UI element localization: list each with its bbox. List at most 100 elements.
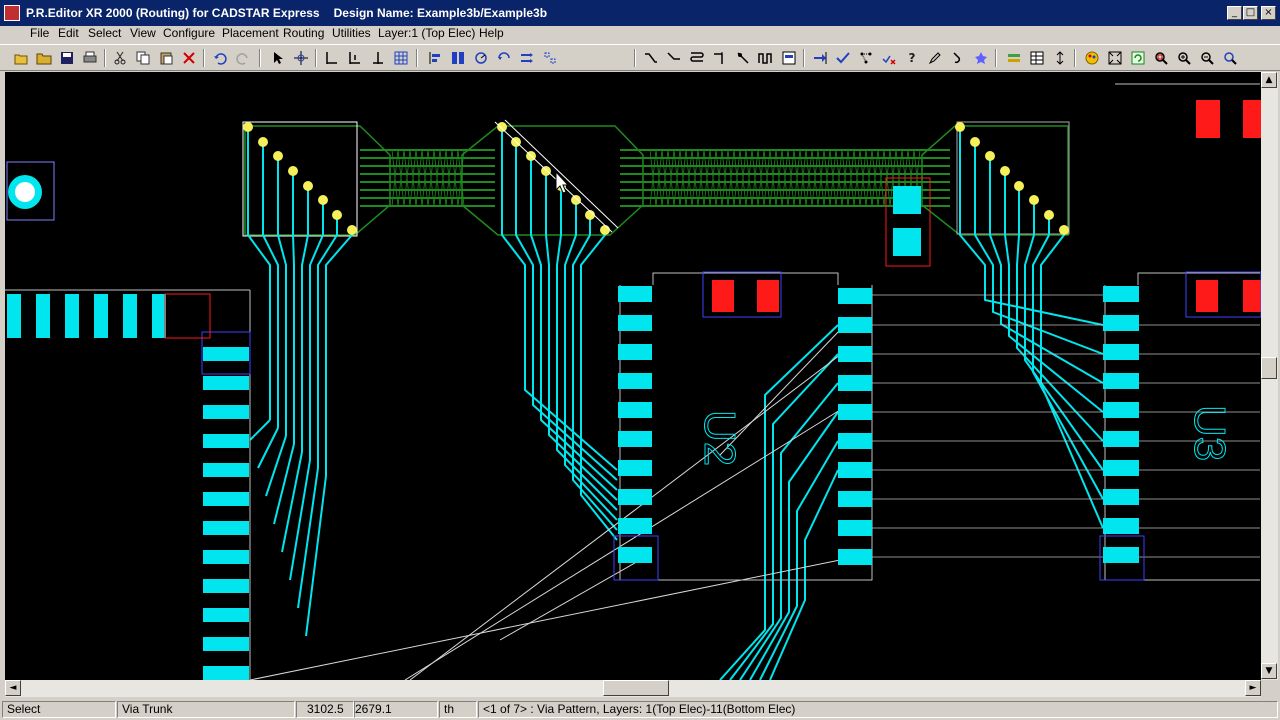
menu-edit[interactable]: Edit [58,26,79,44]
connector-pad [203,347,249,361]
track [309,200,324,460]
app-icon[interactable] [4,5,20,21]
resize-icon[interactable] [1050,48,1070,68]
u3-pad [1103,286,1139,302]
menu-help[interactable]: Help [479,26,504,44]
close-button[interactable]: × [1261,6,1276,20]
zoom-window-icon[interactable] [1151,48,1171,68]
pcb-canvas[interactable]: U2 U3 [5,72,1261,680]
redo-icon[interactable] [233,48,253,68]
via [1029,195,1039,205]
move-icon[interactable] [291,48,311,68]
via [1000,166,1010,176]
menu-file[interactable]: File [30,26,49,44]
menu-bar: File Edit Select View Configure Placemen… [0,26,1280,44]
track [305,475,327,637]
scroll-left-button[interactable]: ◄ [5,680,21,696]
via [571,195,581,205]
ratsnest-icon[interactable] [856,48,876,68]
print-icon[interactable] [80,48,100,68]
group-icon[interactable] [540,48,560,68]
connector-pad [203,550,249,564]
align-icon[interactable] [425,48,445,68]
capacitor-pad [1243,280,1261,312]
pad-icon[interactable] [779,48,799,68]
menu-routing[interactable]: Routing [283,26,324,44]
menu-select[interactable]: Select [88,26,121,44]
via [273,151,283,161]
via [303,181,313,191]
menu-configure[interactable]: Configure [163,26,215,44]
header-pad [65,294,79,338]
corner-icon[interactable] [710,48,730,68]
pushpin-icon[interactable] [733,48,753,68]
add-trunk-icon[interactable] [810,48,830,68]
table-icon[interactable] [1027,48,1047,68]
track [257,427,279,469]
copy-icon[interactable] [133,48,153,68]
menu-utilities[interactable]: Utilities [332,26,371,44]
scroll-right-button[interactable]: ► [1245,680,1261,696]
refresh-icon[interactable] [1128,48,1148,68]
header-pad [36,294,50,338]
track [249,419,271,441]
vertical-scrollbar[interactable]: ▲ ▼ [1261,72,1278,680]
menu-view[interactable]: View [130,26,156,44]
horizontal-scroll-thumb[interactable] [603,680,669,696]
dimension2-icon[interactable] [345,48,365,68]
connector-pad [203,376,249,390]
drc-icon[interactable] [879,48,899,68]
rotate-icon[interactable] [471,48,491,68]
u3-pad [1103,402,1139,418]
vertical-scroll-thumb[interactable] [1261,357,1277,379]
component-box [164,293,211,339]
scroll-up-button[interactable]: ▲ [1261,72,1277,88]
swap-icon[interactable] [517,48,537,68]
route-angle-icon[interactable] [664,48,684,68]
u2-pad [838,433,872,449]
minimize-button[interactable]: _ [1227,6,1242,20]
route-icon[interactable] [641,48,661,68]
status-selection-info: <1 of 7> : Via Pattern, Layers: 1(Top El… [478,701,1278,718]
undo-icon[interactable] [210,48,230,68]
u2-pad [838,520,872,536]
check-icon[interactable] [833,48,853,68]
cut-icon[interactable] [110,48,130,68]
layer-icon[interactable] [1004,48,1024,68]
distribute-icon[interactable] [448,48,468,68]
star-icon[interactable] [971,48,991,68]
menu-layer[interactable]: Layer:1 (Top Elec) [378,26,475,44]
edit-icon[interactable] [925,48,945,68]
help-query-icon[interactable]: ? [902,48,922,68]
zoom-in-icon[interactable] [1174,48,1194,68]
meander-icon[interactable] [756,48,776,68]
hook-icon[interactable] [948,48,968,68]
bus-route-icon[interactable] [687,48,707,68]
colour-icon[interactable] [1082,48,1102,68]
paste-icon[interactable] [156,48,176,68]
zoom-select-icon[interactable] [1220,48,1240,68]
ratsnest-line [404,409,841,680]
via [497,122,507,132]
mirror-icon[interactable] [494,48,514,68]
select-arrow-icon[interactable] [268,48,288,68]
open-icon[interactable] [11,48,31,68]
menu-placement[interactable]: Placement [222,26,279,44]
connector-pad [203,521,249,535]
toolbar-separator [315,49,317,67]
folder-icon[interactable] [34,48,54,68]
delete-icon[interactable] [179,48,199,68]
zoom-out-icon[interactable] [1197,48,1217,68]
grid-icon[interactable] [391,48,411,68]
save-icon[interactable] [57,48,77,68]
via [600,225,610,235]
scroll-down-button[interactable]: ▼ [1261,663,1277,679]
horizontal-scrollbar[interactable]: ◄ ► [5,680,1261,697]
pcb-drawing[interactable]: U2 U3 [5,72,1261,680]
dimension-icon[interactable] [322,48,342,68]
dimension3-icon[interactable] [368,48,388,68]
zoom-all-icon[interactable] [1105,48,1125,68]
via [332,210,342,220]
maximize-button[interactable]: □ [1243,6,1258,20]
u2-pad [618,402,652,418]
